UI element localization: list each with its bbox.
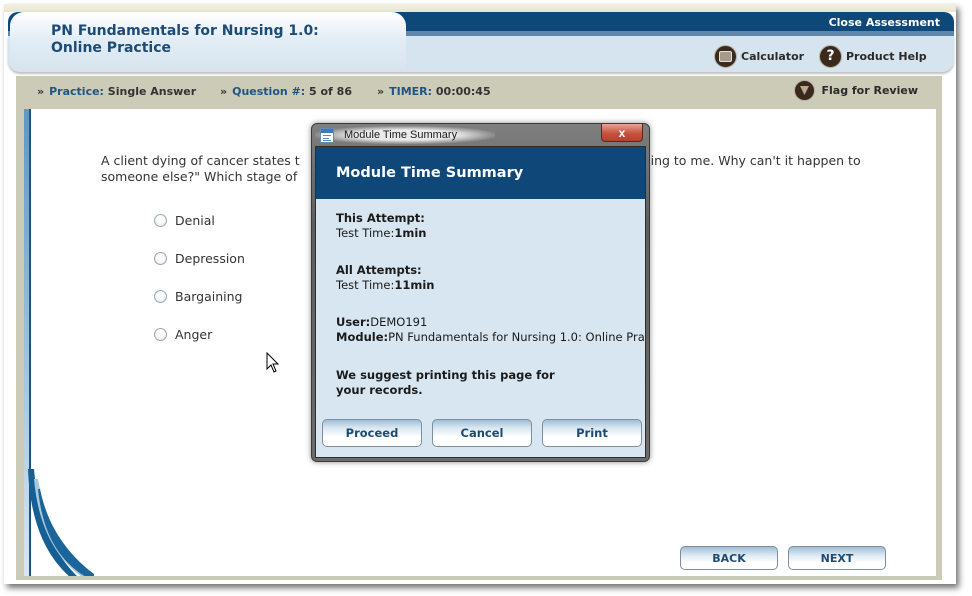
dialog-heading: Module Time Summary [336, 165, 524, 181]
all-attempts-section: All Attempts: Test Time:11min [336, 263, 435, 292]
radio-button[interactable] [154, 290, 167, 303]
mouse-pointer-icon [266, 352, 280, 373]
double-chevron-icon: » [377, 85, 385, 98]
question-number: » Question #: 5 of 86 [220, 85, 352, 98]
this-attempt-time: 1min [394, 226, 427, 240]
product-help-button[interactable]: ? Product Help [819, 44, 927, 68]
product-help-label: Product Help [846, 49, 927, 63]
module-value: PN Fundamentals for Nursing 1.0: Online … [388, 330, 645, 344]
flag-icon [794, 80, 816, 101]
radio-button[interactable] [154, 214, 167, 227]
calculator-label: Calculator [741, 49, 805, 63]
flag-for-review-button[interactable]: Flag for Review [794, 80, 918, 101]
radio-button[interactable] [154, 328, 167, 341]
flag-for-review-label: Flag for Review [821, 84, 918, 97]
answer-option-bargaining[interactable]: Bargaining [154, 289, 242, 304]
close-assessment-link[interactable]: Close Assessment [829, 16, 940, 29]
top-strip [4, 4, 956, 12]
user-module-section: User:DEMO191 Module:PN Fundamentals for … [336, 315, 645, 345]
dialog-header: Module Time Summary [316, 147, 645, 199]
decorative-swoosh [28, 469, 94, 576]
dialog-body: Module Time Summary This Attempt: Test T… [315, 146, 646, 458]
app-title: PN Fundamentals for Nursing 1.0: Online … [51, 23, 319, 57]
calculator-icon [714, 44, 737, 68]
print-button[interactable]: Print [542, 419, 642, 447]
dialog-close-button[interactable]: x [601, 124, 643, 142]
back-button[interactable]: BACK [680, 546, 778, 570]
user-value: DEMO191 [370, 315, 428, 329]
help-icon: ? [819, 44, 842, 68]
timer: » TIMER: 00:00:45 [377, 85, 491, 98]
info-bar: » Practice: Single Answer » Question #: 5 … [16, 76, 942, 106]
practice-type: » Practice: Single Answer [37, 85, 197, 98]
double-chevron-icon: » [220, 85, 228, 98]
close-icon: x [618, 125, 626, 140]
dialog-titlebar[interactable]: Module Time Summary x [312, 124, 649, 146]
answer-option-anger[interactable]: Anger [154, 327, 212, 342]
radio-button[interactable] [154, 252, 167, 265]
module-time-summary-dialog: Module Time Summary x Module Time Summar… [311, 123, 650, 462]
dialog-window-title: Module Time Summary [344, 129, 458, 141]
this-attempt-section: This Attempt: Test Time:1min [336, 211, 427, 240]
double-chevron-icon: » [37, 85, 45, 98]
print-suggestion: We suggest printing this page for your r… [336, 368, 555, 397]
proceed-button[interactable]: Proceed [322, 419, 422, 447]
window-icon [320, 128, 334, 143]
answer-option-denial[interactable]: Denial [154, 213, 215, 228]
app-title-line2: Online Practice [51, 40, 171, 56]
app-title-line1: PN Fundamentals for Nursing 1.0: [51, 23, 319, 39]
title-tab: PN Fundamentals for Nursing 1.0: Online … [10, 12, 406, 72]
next-button[interactable]: NEXT [788, 546, 886, 570]
cancel-button[interactable]: Cancel [432, 419, 532, 447]
calculator-button[interactable]: Calculator [714, 44, 804, 68]
all-attempts-time: 11min [394, 278, 435, 292]
answer-option-depression[interactable]: Depression [154, 251, 245, 266]
